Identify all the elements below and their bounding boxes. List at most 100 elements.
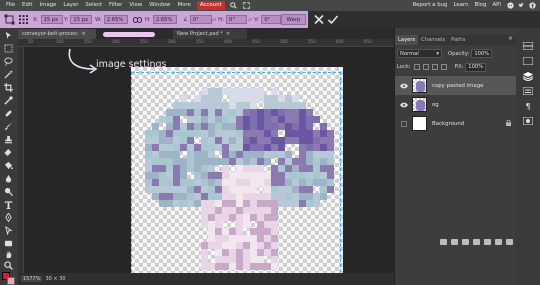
crop-tool-icon[interactable] (3, 82, 14, 93)
type-tool-icon[interactable] (3, 199, 14, 210)
tab-paths[interactable]: Paths (448, 35, 468, 45)
lock-all-icon[interactable] (440, 64, 447, 70)
annotation-text: image settings (96, 59, 167, 70)
lock-transparency-icon[interactable] (413, 64, 420, 70)
fill-field[interactable]: 100% (465, 62, 487, 72)
tab-new-project[interactable]: New Project.psd * × (173, 29, 247, 39)
ruler-tick-label: 500 (280, 39, 288, 44)
menu-filter[interactable]: Filter (109, 0, 122, 11)
visibility-toggle[interactable] (399, 119, 409, 129)
blend-mode-select[interactable]: Normal ▾ (397, 49, 442, 58)
new-layer-icon[interactable] (495, 239, 502, 245)
api-link[interactable]: API (492, 0, 501, 11)
transform-icon[interactable] (4, 14, 15, 25)
path-select-icon[interactable] (3, 225, 14, 236)
blur-tool-icon[interactable] (3, 173, 14, 184)
close-panel-icon[interactable]: × (508, 35, 513, 42)
swatches-icon[interactable] (522, 116, 534, 126)
cancel-transform-icon[interactable] (313, 13, 325, 26)
history-icon[interactable] (522, 41, 534, 51)
menu-edit[interactable]: Edit (22, 0, 32, 11)
hand-tool-icon[interactable] (3, 249, 14, 260)
zoom-tool-icon[interactable] (3, 260, 14, 271)
reddit-icon[interactable] (507, 2, 514, 9)
close-tab-icon[interactable]: × (81, 31, 85, 37)
properties-icon[interactable] (522, 56, 534, 66)
y-field[interactable]: 15 px (70, 15, 93, 24)
character-icon[interactable] (522, 86, 534, 96)
brush-tool-icon[interactable] (3, 121, 14, 132)
tools-panel (0, 28, 18, 285)
magic-wand-icon[interactable] (3, 69, 14, 80)
lock-pixels-icon[interactable] (422, 64, 429, 70)
y-label: Y: (64, 16, 69, 23)
eraser-tool-icon[interactable] (3, 147, 14, 158)
commit-transform-icon[interactable] (327, 13, 339, 26)
new-group-icon[interactable] (484, 239, 491, 245)
tab-conveyor-belt[interactable]: conveyor-belt-proces: × (18, 29, 96, 39)
clone-stamp-icon[interactable] (3, 134, 14, 145)
layer-name: copy pasted image (432, 82, 484, 89)
menu-window[interactable]: Window (149, 0, 170, 11)
layer-row[interactable]: copy pasted image (395, 76, 517, 95)
w-field[interactable]: 2.65% (103, 15, 128, 24)
paragraph-icon[interactable]: ¶ (522, 101, 534, 111)
tab-channels[interactable]: Channels (418, 35, 448, 45)
layer-mask-icon[interactable] (473, 239, 480, 245)
x-field[interactable]: 15 px (40, 15, 63, 24)
account-button[interactable]: Account (196, 1, 225, 10)
blend-mode-value: Normal (400, 50, 419, 57)
link-layers-icon[interactable] (440, 239, 447, 245)
angle-field[interactable]: 0° (189, 15, 212, 24)
menu-image[interactable]: Image (39, 0, 56, 11)
search-icon[interactable] (230, 2, 238, 10)
menu-file[interactable]: File (6, 0, 15, 11)
menu-select[interactable]: Select (85, 0, 102, 11)
link-icon[interactable] (133, 14, 142, 25)
skew-h-field[interactable]: 0° (226, 15, 248, 24)
canvas-area[interactable]: image settings (24, 47, 394, 279)
menu-right: Report a bug Learn Blog API (413, 0, 540, 11)
lock-position-icon[interactable] (431, 64, 438, 70)
background-color-swatch[interactable] (7, 277, 15, 285)
opacity-field[interactable]: 100% (471, 49, 493, 58)
layer-effects-icon[interactable] (451, 239, 458, 245)
tab-layers[interactable]: Layers (395, 35, 419, 45)
zoom-level[interactable]: 1577% (21, 276, 43, 282)
shape-tool-icon[interactable] (3, 238, 14, 249)
fullscreen-icon[interactable] (243, 2, 251, 10)
document-canvas[interactable] (131, 67, 343, 279)
marquee-tool-icon[interactable] (3, 43, 14, 54)
lasso-tool-icon[interactable] (3, 56, 14, 67)
skew-v-field[interactable]: 0° (261, 15, 282, 24)
transform-bounding-box[interactable] (131, 72, 341, 277)
reference-point-icon[interactable] (19, 14, 28, 25)
options-bar: X: 15 px Y: 15 px W: 2.65% H: 2.65% ∠ 0°… (0, 11, 540, 28)
healing-brush-icon[interactable] (3, 108, 14, 119)
h-field[interactable]: 2.65% (152, 15, 177, 24)
layer-row[interactable]: og (395, 95, 517, 114)
move-tool-icon[interactable] (3, 30, 14, 41)
adjustment-layer-icon[interactable] (462, 239, 469, 245)
delete-layer-icon[interactable] (506, 239, 513, 245)
eyedropper-icon[interactable] (3, 95, 14, 106)
vskew-group: ▱ V: 0° (248, 14, 282, 25)
chevron-down-icon: ▾ (436, 50, 439, 57)
layers-stack-icon[interactable] (522, 71, 534, 81)
twitter-icon[interactable] (518, 2, 525, 9)
warp-button[interactable]: Warp (281, 14, 306, 25)
report-bug-link[interactable]: Report a bug (413, 0, 448, 11)
dodge-tool-icon[interactable] (3, 186, 14, 197)
paint-bucket-icon[interactable] (3, 160, 14, 171)
visibility-eye-icon[interactable] (399, 81, 409, 91)
pen-tool-icon[interactable] (3, 212, 14, 223)
blog-link[interactable]: Blog (475, 0, 487, 11)
menu-layer[interactable]: Layer (63, 0, 78, 11)
menu-view[interactable]: View (129, 0, 142, 11)
close-tab-icon[interactable]: × (226, 31, 230, 37)
learn-link[interactable]: Learn (453, 0, 468, 11)
layer-row[interactable]: Background (395, 114, 517, 133)
menu-more[interactable]: More (177, 0, 190, 11)
facebook-icon[interactable] (529, 2, 536, 9)
visibility-eye-icon[interactable] (399, 100, 409, 110)
